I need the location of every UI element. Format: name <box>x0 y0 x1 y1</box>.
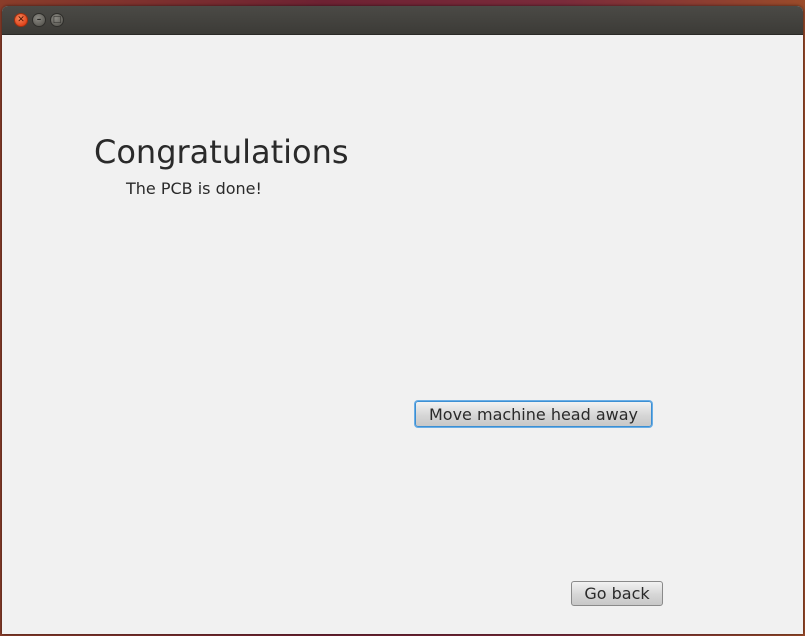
application-window: ✕ – □ Congratulations The PCB is done! M… <box>2 6 803 634</box>
close-icon: ✕ <box>17 14 25 25</box>
close-window-button[interactable]: ✕ <box>14 13 28 27</box>
minimize-icon: – <box>36 14 42 25</box>
maximize-window-button[interactable]: □ <box>50 13 64 27</box>
maximize-icon: □ <box>52 14 62 25</box>
title-bar[interactable]: ✕ – □ <box>2 6 803 35</box>
completion-message: The PCB is done! <box>126 179 262 198</box>
page-title: Congratulations <box>94 133 349 171</box>
main-content: Congratulations The PCB is done! Move ma… <box>2 35 803 634</box>
go-back-button[interactable]: Go back <box>571 581 663 606</box>
move-machine-head-button[interactable]: Move machine head away <box>415 401 652 427</box>
minimize-window-button[interactable]: – <box>32 13 46 27</box>
